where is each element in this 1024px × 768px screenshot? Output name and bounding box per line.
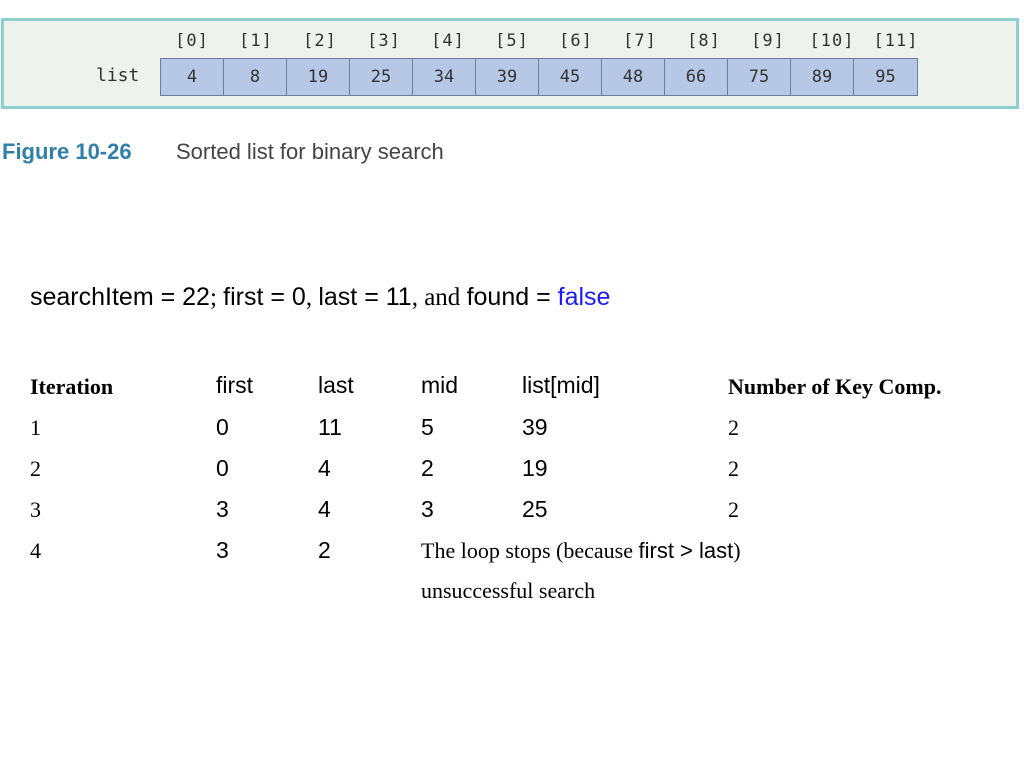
last-init-text: last = 11 <box>318 283 412 311</box>
array-cell-8: 66 <box>665 59 728 95</box>
search-item-text: searchItem = 22 <box>30 283 210 311</box>
array-cell-6: 45 <box>539 59 602 95</box>
row2-comparisons: 2 <box>728 456 739 481</box>
statement-separator-1: ; <box>209 284 224 311</box>
array-name-label: list <box>96 65 140 86</box>
header-iteration: Iteration <box>30 374 114 399</box>
row4-iteration: 4 <box>30 538 41 563</box>
array-index-5: [5] <box>495 31 529 51</box>
array-cells: 4 8 19 25 34 39 45 48 66 75 89 95 <box>160 58 918 96</box>
array-index-3: [3] <box>367 31 401 51</box>
array-index-2: [2] <box>303 31 337 51</box>
array-index-0: [0] <box>175 31 209 51</box>
row1-first: 0 <box>216 414 229 440</box>
row2-last: 4 <box>318 455 331 481</box>
array-cell-5: 39 <box>476 59 539 95</box>
search-parameters-statement: searchItem = 22; first = 0, last = 11, a… <box>30 283 610 312</box>
search-result-note: unsuccessful search <box>421 578 596 603</box>
row2-iteration: 2 <box>30 456 41 481</box>
row3-mid: 3 <box>421 496 434 522</box>
header-first: first <box>216 372 254 398</box>
array-index-11: [11] <box>873 31 919 51</box>
row2-mid: 2 <box>421 455 434 481</box>
header-mid: mid <box>421 372 459 398</box>
row4-last: 2 <box>318 537 331 563</box>
row4-first: 3 <box>216 537 229 563</box>
statement-separator-2: , <box>305 284 319 311</box>
array-cell-9: 75 <box>728 59 791 95</box>
array-index-9: [9] <box>751 31 785 51</box>
loop-stop-suffix: ) <box>733 538 741 563</box>
row3-list-mid: 25 <box>522 496 548 522</box>
array-cell-11: 95 <box>854 59 917 95</box>
row1-list-mid: 39 <box>522 414 548 440</box>
header-last: last <box>318 372 354 398</box>
array-index-1: [1] <box>239 31 273 51</box>
first-init-text: first = 0 <box>223 283 306 311</box>
loop-stop-prefix: The loop stops (because <box>421 538 639 563</box>
row1-comparisons: 2 <box>728 415 739 440</box>
array-cell-2: 19 <box>287 59 350 95</box>
false-keyword: false <box>557 283 611 311</box>
array-index-8: [8] <box>687 31 721 51</box>
figure-caption-number: Figure 10-26 <box>2 139 132 164</box>
array-cell-0: 4 <box>161 59 224 95</box>
loop-stop-note: The loop stops (because first > last) <box>421 538 741 564</box>
found-init-text: found = <box>466 283 558 311</box>
array-cell-3: 25 <box>350 59 413 95</box>
array-index-10: [10] <box>809 31 855 51</box>
row3-last: 4 <box>318 496 331 522</box>
row3-comparisons: 2 <box>728 497 739 522</box>
header-key-comparisons: Number of Key Comp. <box>728 374 942 399</box>
row2-list-mid: 19 <box>522 455 548 481</box>
row3-first: 3 <box>216 496 229 522</box>
row2-first: 0 <box>216 455 229 481</box>
array-cell-10: 89 <box>791 59 854 95</box>
figure-caption-text: Sorted list for binary search <box>176 139 444 164</box>
array-cell-7: 48 <box>602 59 665 95</box>
array-index-4: [4] <box>431 31 465 51</box>
array-cell-4: 34 <box>413 59 476 95</box>
loop-stop-condition: first > last <box>638 538 734 563</box>
array-cell-1: 8 <box>224 59 287 95</box>
header-list-mid: list[mid] <box>522 372 600 398</box>
row3-iteration: 3 <box>30 497 41 522</box>
array-index-6: [6] <box>559 31 593 51</box>
row1-mid: 5 <box>421 414 434 440</box>
row1-iteration: 1 <box>30 415 41 440</box>
array-index-7: [7] <box>623 31 657 51</box>
row1-last: 11 <box>318 414 342 440</box>
statement-separator-3: , and <box>411 284 467 311</box>
